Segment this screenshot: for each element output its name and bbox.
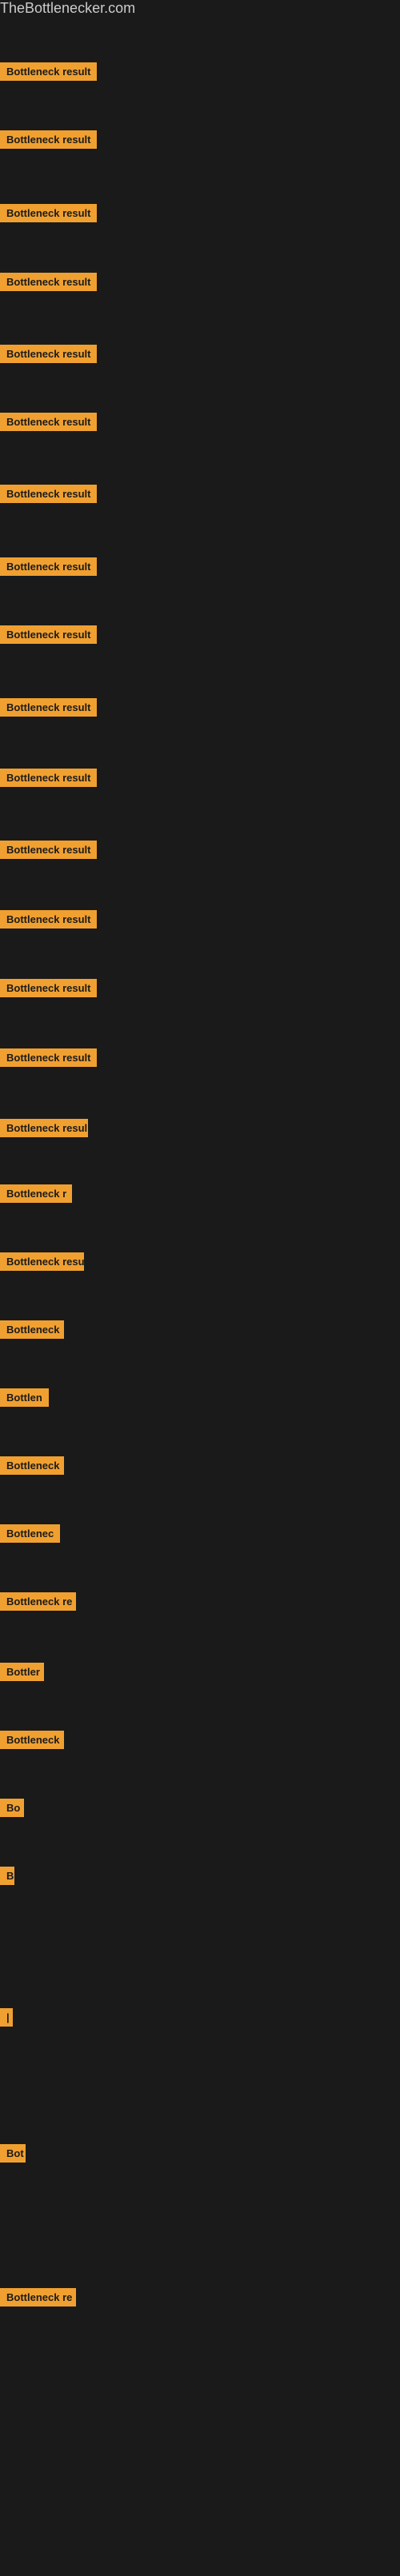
bottleneck-badge-27: B	[0, 1867, 14, 1885]
bottleneck-item-12[interactable]: Bottleneck result	[0, 841, 97, 863]
bottleneck-badge-5: Bottleneck result	[0, 345, 97, 363]
bottleneck-badge-13: Bottleneck result	[0, 910, 97, 929]
bottleneck-badge-20: Bottlen	[0, 1388, 49, 1407]
bottleneck-badge-1: Bottleneck result	[0, 62, 97, 81]
bottleneck-item-24[interactable]: Bottler	[0, 1663, 44, 1685]
bottleneck-badge-16: Bottleneck resul	[0, 1119, 88, 1137]
bottleneck-item-17[interactable]: Bottleneck r	[0, 1184, 72, 1207]
bottleneck-item-15[interactable]: Bottleneck result	[0, 1048, 97, 1071]
bottleneck-item-10[interactable]: Bottleneck result	[0, 698, 97, 721]
bottleneck-badge-17: Bottleneck r	[0, 1184, 72, 1203]
bottleneck-badge-24: Bottler	[0, 1663, 44, 1681]
bottleneck-item-3[interactable]: Bottleneck result	[0, 204, 97, 226]
bottleneck-item-6[interactable]: Bottleneck result	[0, 413, 97, 435]
bottleneck-item-27[interactable]: B	[0, 1867, 14, 1889]
bottleneck-badge-3: Bottleneck result	[0, 204, 97, 222]
bottleneck-badge-11: Bottleneck result	[0, 769, 97, 787]
bottleneck-item-4[interactable]: Bottleneck result	[0, 273, 97, 295]
bottleneck-item-20[interactable]: Bottlen	[0, 1388, 49, 1411]
bottleneck-badge-22: Bottlenec	[0, 1524, 60, 1543]
bottleneck-badge-19: Bottleneck	[0, 1320, 64, 1339]
bottleneck-item-30[interactable]: Bottleneck re	[0, 2288, 76, 2310]
bottleneck-item-14[interactable]: Bottleneck result	[0, 979, 97, 1001]
bottleneck-badge-18: Bottleneck resu	[0, 1252, 84, 1271]
bottleneck-item-7[interactable]: Bottleneck result	[0, 485, 97, 507]
bottleneck-item-2[interactable]: Bottleneck result	[0, 130, 97, 153]
bottleneck-item-21[interactable]: Bottleneck	[0, 1456, 64, 1479]
bottleneck-badge-15: Bottleneck result	[0, 1048, 97, 1067]
bottleneck-item-28[interactable]: |	[0, 2008, 13, 2031]
bottleneck-item-29[interactable]: Bot	[0, 2144, 26, 2167]
bottleneck-item-18[interactable]: Bottleneck resu	[0, 1252, 84, 1275]
bottleneck-badge-12: Bottleneck result	[0, 841, 97, 859]
bottleneck-badge-2: Bottleneck result	[0, 130, 97, 149]
bottleneck-item-16[interactable]: Bottleneck resul	[0, 1119, 88, 1141]
bottleneck-item-26[interactable]: Bo	[0, 1799, 24, 1821]
bottleneck-item-11[interactable]: Bottleneck result	[0, 769, 97, 791]
bottleneck-badge-25: Bottleneck	[0, 1731, 64, 1749]
bottleneck-badge-23: Bottleneck re	[0, 1592, 76, 1611]
bottleneck-item-25[interactable]: Bottleneck	[0, 1731, 64, 1753]
bottleneck-item-19[interactable]: Bottleneck	[0, 1320, 64, 1343]
bottleneck-item-8[interactable]: Bottleneck result	[0, 557, 97, 580]
bottleneck-badge-30: Bottleneck re	[0, 2288, 76, 2306]
bottleneck-item-13[interactable]: Bottleneck result	[0, 910, 97, 933]
bottleneck-badge-28: |	[0, 2008, 13, 2027]
bottleneck-badge-7: Bottleneck result	[0, 485, 97, 503]
bottleneck-badge-6: Bottleneck result	[0, 413, 97, 431]
bottleneck-badge-29: Bot	[0, 2144, 26, 2163]
bottleneck-badge-8: Bottleneck result	[0, 557, 97, 576]
bottleneck-item-9[interactable]: Bottleneck result	[0, 625, 97, 648]
bottleneck-badge-14: Bottleneck result	[0, 979, 97, 997]
bottleneck-badge-10: Bottleneck result	[0, 698, 97, 717]
bottleneck-item-1[interactable]: Bottleneck result	[0, 62, 97, 85]
bottleneck-item-23[interactable]: Bottleneck re	[0, 1592, 76, 1615]
site-title: TheBottlenecker.com	[0, 0, 400, 17]
bottleneck-badge-26: Bo	[0, 1799, 24, 1817]
bottleneck-item-5[interactable]: Bottleneck result	[0, 345, 97, 367]
bottleneck-badge-9: Bottleneck result	[0, 625, 97, 644]
bottleneck-badge-21: Bottleneck	[0, 1456, 64, 1475]
bottleneck-item-22[interactable]: Bottlenec	[0, 1524, 60, 1547]
bottleneck-badge-4: Bottleneck result	[0, 273, 97, 291]
